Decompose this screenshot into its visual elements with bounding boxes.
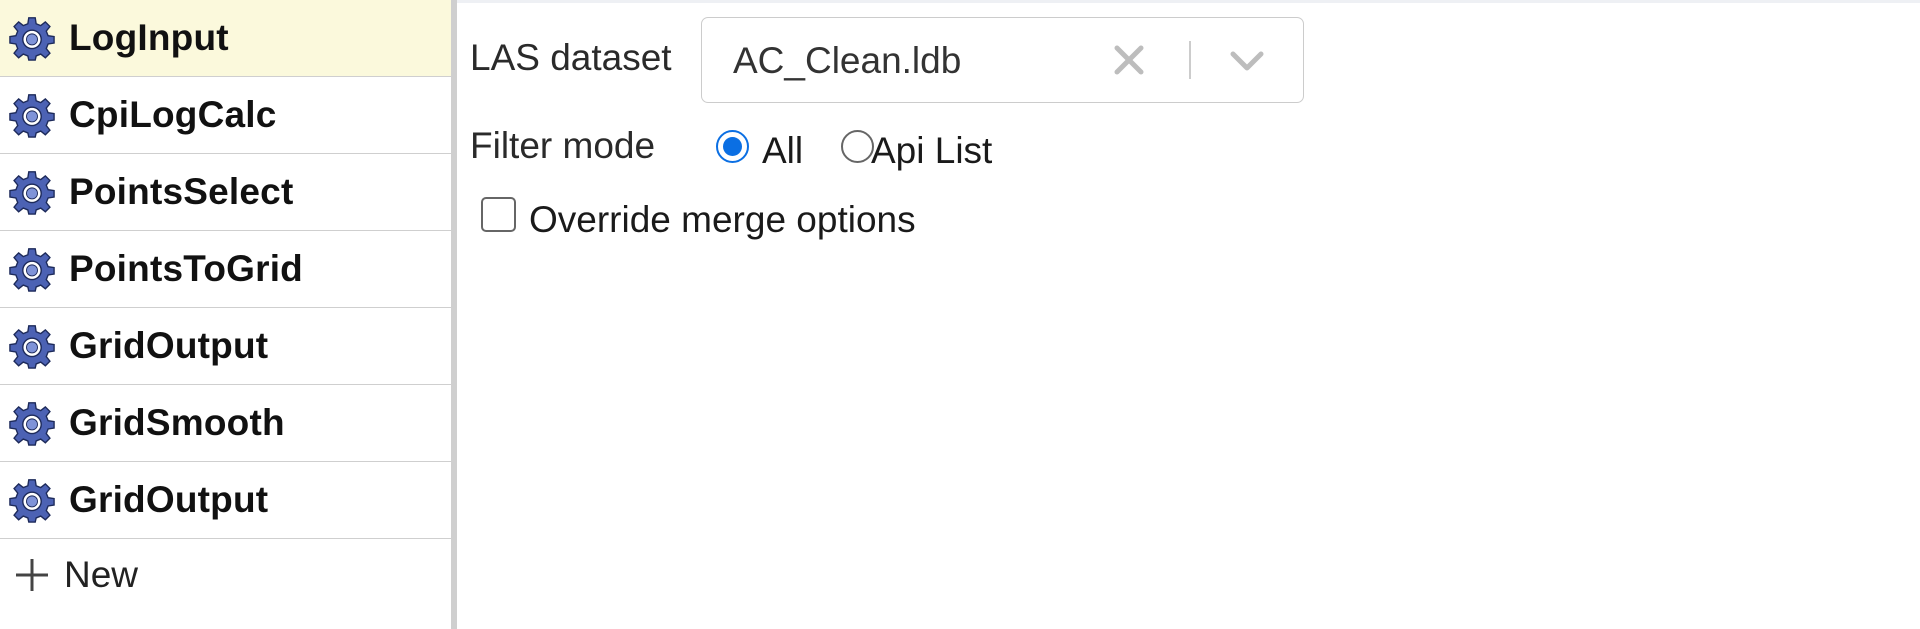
dataset-label: LAS dataset: [470, 37, 672, 78]
sidebar-item-label: CpiLogCalc: [69, 94, 277, 135]
filter-mode-api-list-radio[interactable]: [841, 130, 874, 163]
filter-mode-api-list-label[interactable]: Api List: [871, 130, 992, 172]
gear-icon: [9, 400, 55, 446]
sidebar-item-label: GridOutput: [69, 479, 269, 520]
sidebar-item-gridsmooth[interactable]: GridSmooth: [0, 385, 451, 462]
plus-icon: [12, 555, 52, 595]
sidebar-item-pointstogrid[interactable]: PointsToGrid: [0, 231, 451, 308]
gear-icon: [9, 169, 55, 215]
gear-icon: [9, 92, 55, 138]
chevron-down-icon[interactable]: [1228, 46, 1266, 76]
override-merge-checkbox[interactable]: [481, 197, 516, 232]
sidebar-item-label: GridSmooth: [69, 402, 285, 443]
new-step-label: New: [64, 554, 139, 595]
sidebar-item-label: LogInput: [69, 17, 229, 58]
step-settings-panel: LAS dataset AC_Clean.ldb Filter mode All…: [457, 3, 1920, 629]
select-separator: [1189, 41, 1191, 79]
gear-icon: [9, 323, 55, 369]
sidebar-item-loginput[interactable]: LogInput: [0, 0, 451, 77]
gear-icon: [9, 246, 55, 292]
sidebar-item-gridoutput-2[interactable]: GridOutput: [0, 462, 451, 539]
sidebar: LogInput CpiLogCalc PointsSelect PointsT…: [0, 0, 451, 629]
dataset-select-value: AC_Clean.ldb: [733, 40, 962, 81]
sidebar-item-pointsselect[interactable]: PointsSelect: [0, 154, 451, 231]
filter-mode-label: Filter mode: [470, 125, 656, 166]
new-step-button[interactable]: New: [0, 539, 451, 611]
app-window: LogInput CpiLogCalc PointsSelect PointsT…: [0, 0, 1920, 629]
gear-icon: [9, 477, 55, 523]
filter-mode-all-label[interactable]: All: [762, 130, 803, 172]
sidebar-item-label: GridOutput: [69, 325, 269, 366]
sidebar-item-label: PointsToGrid: [69, 248, 303, 289]
clear-icon[interactable]: [1112, 43, 1146, 77]
filter-mode-all-radio[interactable]: [716, 130, 749, 163]
dataset-select[interactable]: AC_Clean.ldb: [701, 17, 1304, 103]
sidebar-item-cpilogcalc[interactable]: CpiLogCalc: [0, 77, 451, 154]
sidebar-item-label: PointsSelect: [69, 171, 294, 212]
step-list: LogInput CpiLogCalc PointsSelect PointsT…: [0, 0, 451, 539]
override-merge-label[interactable]: Override merge options: [529, 199, 916, 241]
sidebar-item-gridoutput[interactable]: GridOutput: [0, 308, 451, 385]
gear-icon: [9, 15, 55, 61]
